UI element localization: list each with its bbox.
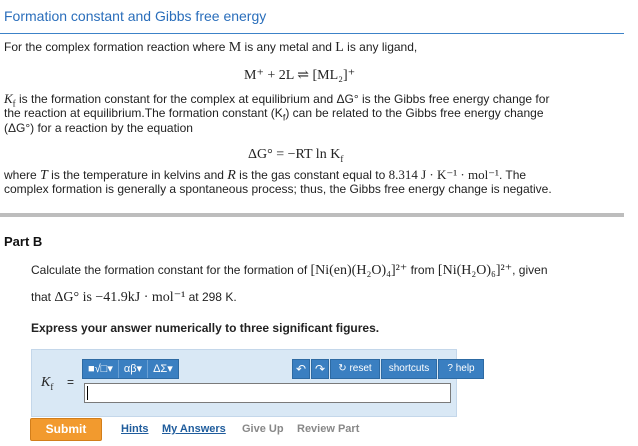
intro-text: ) can be related to the Gibbs free energ… [285, 106, 544, 120]
kf-subscript: f [340, 153, 344, 164]
intro-text: is any metal and [241, 40, 336, 54]
complex-reactant: [Ni(H₂O)₆]²⁺ [437, 263, 513, 278]
answer-box: Kf = ■√□▾ αβ▾ ΔΣ▾ ↶ ↷ ↻ reset shortcuts … [31, 349, 484, 417]
reaction-equation: M⁺ + 2L ⇌ [ML₂]⁺ [244, 68, 356, 83]
temperature-symbol: T [40, 168, 48, 183]
reset-button[interactable]: ↻ reset [330, 359, 380, 379]
question-text: , given [512, 263, 548, 277]
section-divider [0, 213, 624, 217]
symbols-button[interactable]: ΔΣ▾ [148, 360, 178, 378]
title-divider [0, 33, 624, 34]
question-line-2: that ΔG° is −41.9kJ · mol⁻¹ at 298 K. [31, 289, 237, 306]
page-title: Formation constant and Gibbs free energy [4, 8, 267, 24]
kf-label-symbol: K [41, 375, 51, 390]
kf-symbol: K [4, 91, 13, 106]
intro-text: is any ligand, [343, 40, 418, 54]
shortcuts-button[interactable]: shortcuts [381, 359, 437, 379]
templates-button[interactable]: ■√□▾ [83, 360, 119, 378]
help-button[interactable]: ? help [438, 359, 484, 379]
question-text: Calculate the formation constant for the… [31, 263, 311, 277]
give-up-link[interactable]: Give Up [242, 423, 284, 435]
intro-line-5: where T is the temperature in kelvins an… [4, 167, 526, 183]
template-tools: ■√□▾ αβ▾ ΔΣ▾ [82, 359, 179, 379]
question-line-1: Calculate the formation constant for the… [31, 262, 548, 279]
intro-text: where [4, 168, 41, 182]
part-b-title: Part B [4, 234, 43, 249]
intro-text: . The [498, 168, 527, 182]
intro-text: is the temperature in kelvins and [47, 168, 228, 182]
question-text: from [407, 263, 438, 277]
intro-text: the reaction at equilibrium.The formatio… [4, 106, 283, 120]
text-caret [87, 386, 88, 400]
intro-line-1: For the complex formation reaction where… [4, 40, 417, 55]
intro-section: Formation constant and Gibbs free energy… [0, 0, 638, 212]
gas-constant-value: 8.314 J · K⁻¹ · mol⁻¹ [388, 167, 499, 182]
intro-text: is the formation constant for the comple… [19, 92, 550, 106]
undo-icon[interactable]: ↶ [292, 359, 310, 379]
gibbs-given-value: ΔG° is −41.9kJ · mol⁻¹ [54, 290, 186, 305]
submit-button[interactable]: Submit [30, 418, 102, 441]
hints-link[interactable]: Hints [121, 423, 149, 435]
metal-symbol: M [228, 40, 242, 55]
question-text: that [31, 290, 55, 304]
complex-product: [Ni(en)(H₂O)₄]²⁺ [310, 263, 408, 278]
my-answers-link[interactable]: My Answers [162, 423, 226, 435]
review-part-link[interactable]: Review Part [297, 423, 359, 435]
gas-constant-symbol: R [227, 168, 236, 183]
kf-label-subscript: f [50, 381, 54, 392]
ligand-symbol: L [335, 40, 344, 55]
kf-label: Kf [41, 375, 53, 392]
answer-input[interactable] [84, 383, 451, 403]
gibbs-equation-text: ΔG° = −RT ln K [248, 147, 341, 162]
equals-sign: = [67, 375, 75, 389]
gibbs-equation: ΔG° = −RT ln Kf [248, 147, 343, 164]
intro-line-6: complex formation is generally a spontan… [4, 182, 552, 196]
intro-text: is the gas constant equal to [235, 168, 389, 182]
answer-instruction: Express your answer numerically to three… [31, 321, 380, 335]
redo-icon[interactable]: ↷ [311, 359, 329, 379]
intro-line-4: (ΔG°) for a reaction by the equation [4, 121, 193, 135]
greek-letters-button[interactable]: αβ▾ [119, 360, 149, 378]
question-text: at 298 K. [185, 290, 237, 304]
intro-text: For the complex formation reaction where [4, 40, 229, 54]
